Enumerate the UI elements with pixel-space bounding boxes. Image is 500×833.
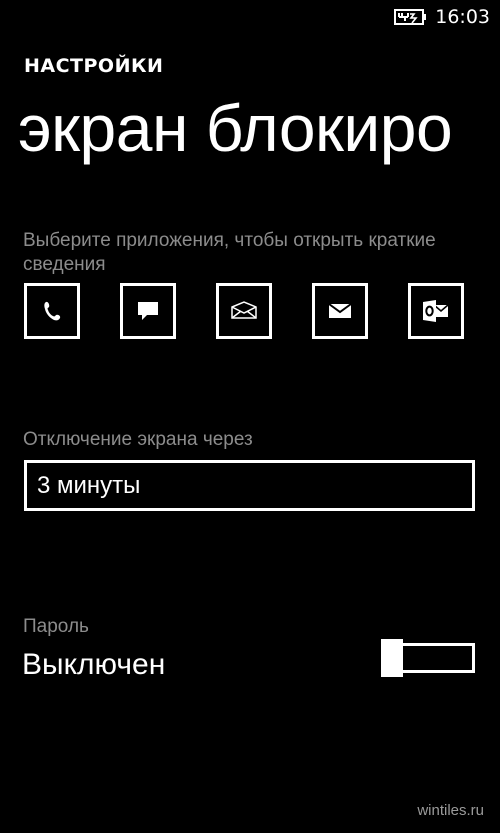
toggle-thumb[interactable] — [381, 639, 403, 677]
phone-icon — [44, 301, 61, 321]
app-slot-email[interactable] — [216, 283, 272, 339]
app-title: НАСТРОЙКИ — [24, 55, 164, 77]
watermark: wintiles.ru — [417, 802, 484, 819]
screen-timeout-picker[interactable]: 3 минуты — [24, 460, 475, 511]
password-toggle[interactable] — [381, 639, 475, 679]
app-slot-phone[interactable] — [24, 283, 80, 339]
app-slot-messaging[interactable] — [120, 283, 176, 339]
mail-icon — [328, 303, 352, 318]
email-icon — [231, 301, 257, 319]
password-status: Выключен — [22, 648, 166, 681]
quick-status-label: Выберите приложения, чтобы открыть кратк… — [23, 230, 436, 275]
screen-timeout-value: 3 минуты — [37, 471, 141, 499]
password-label: Пароль — [23, 616, 89, 637]
clock: 16:03 — [435, 6, 490, 28]
messaging-icon — [138, 302, 158, 320]
app-slot-mail[interactable] — [312, 283, 368, 339]
status-bar: 16:03 — [0, 0, 500, 34]
page-title: экран блокиро — [18, 91, 453, 165]
app-slot-outlook[interactable] — [408, 283, 464, 339]
battery-charging-icon — [394, 9, 426, 25]
screen-timeout-label: Отключение экрана через — [23, 429, 253, 450]
outlook-icon — [423, 300, 449, 322]
